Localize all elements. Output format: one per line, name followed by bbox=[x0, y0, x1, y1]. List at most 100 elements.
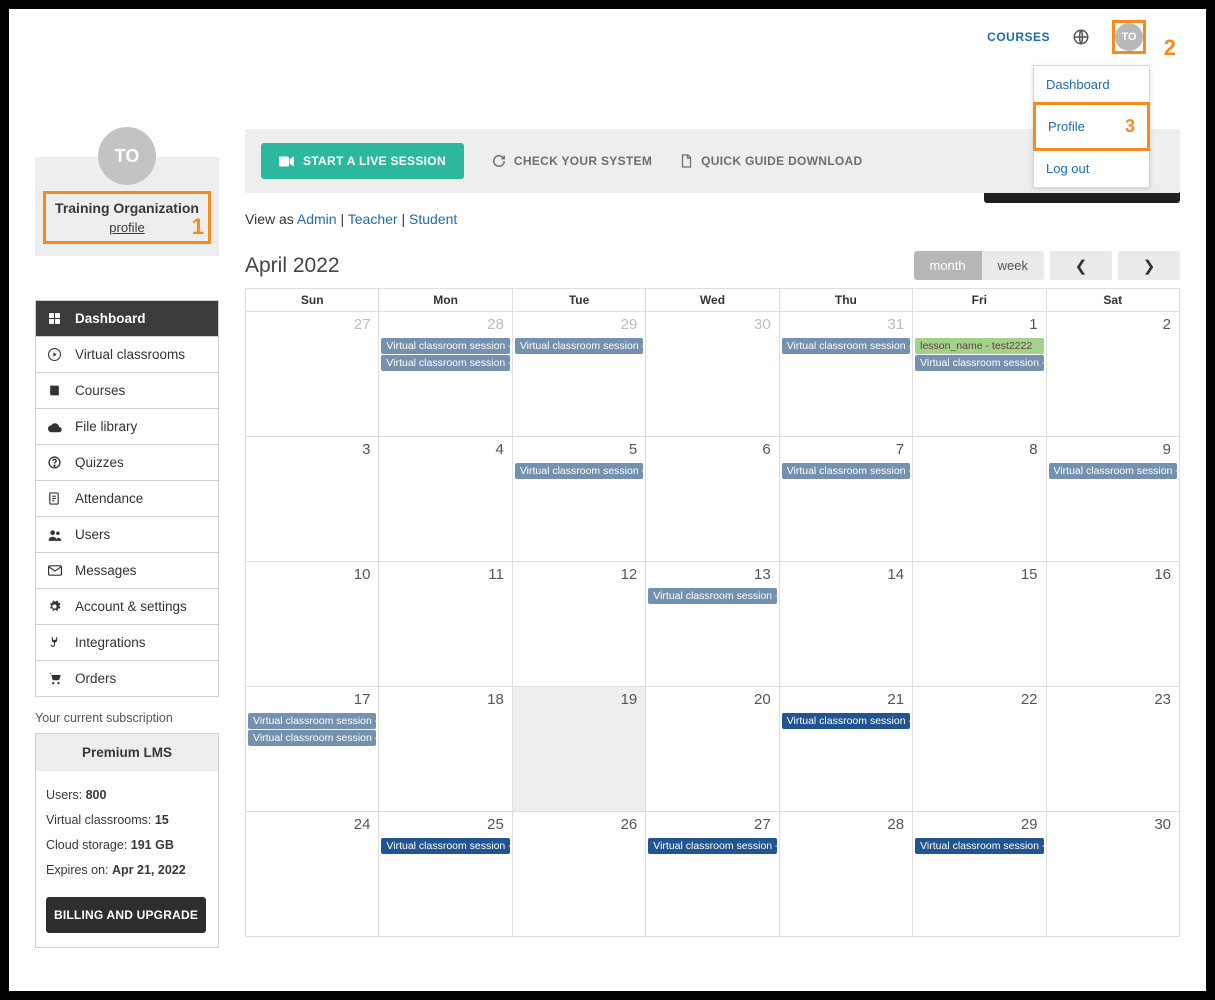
calendar-event[interactable]: Virtual classroom session - ta bbox=[515, 338, 643, 354]
calendar-cell[interactable]: 26 bbox=[512, 812, 645, 937]
view-week-button[interactable]: week bbox=[982, 251, 1044, 280]
calendar-cell[interactable]: 4 bbox=[379, 437, 512, 562]
calendar-cell[interactable]: 15 bbox=[913, 562, 1046, 687]
view-as-teacher[interactable]: Teacher bbox=[348, 211, 398, 227]
billing-upgrade-button[interactable]: BILLING AND UPGRADE bbox=[46, 897, 206, 933]
calendar-cell[interactable]: 5Virtual classroom session - ti bbox=[512, 437, 645, 562]
calendar-event[interactable]: Virtual classroom session - ti bbox=[915, 838, 1043, 854]
subscription-label: Your current subscription bbox=[35, 711, 219, 725]
calendar-event[interactable]: Virtual classroom session - ti bbox=[381, 355, 509, 371]
calendar-cell[interactable]: 23 bbox=[1046, 687, 1179, 812]
nav-file-library[interactable]: File library bbox=[36, 409, 218, 445]
calendar-event[interactable]: Virtual classroom session - fo bbox=[782, 338, 910, 354]
nav-integrations[interactable]: Integrations bbox=[36, 625, 218, 661]
calendar-event[interactable]: Virtual classroom session - ti bbox=[248, 730, 376, 746]
calendar-event[interactable]: Virtual classroom session - ti bbox=[648, 588, 776, 604]
day-number: 8 bbox=[913, 437, 1045, 462]
calendar-cell[interactable]: 22 bbox=[913, 687, 1046, 812]
view-month-button[interactable]: month bbox=[914, 251, 982, 280]
calendar-event[interactable]: Virtual classroom session - A bbox=[782, 463, 910, 479]
nav-virtual-classrooms[interactable]: Virtual classrooms bbox=[36, 337, 218, 373]
calendar-event[interactable]: Virtual classroom session - ti bbox=[915, 355, 1043, 371]
calendar-cell[interactable]: 28Virtual classroom session - AVirtual c… bbox=[379, 312, 512, 437]
cart-icon bbox=[48, 672, 63, 685]
sub-val: 191 GB bbox=[131, 838, 174, 852]
calendar-cell[interactable]: 10 bbox=[246, 562, 379, 687]
calendar-cell[interactable]: 2 bbox=[1046, 312, 1179, 437]
quick-guide-link[interactable]: QUICK GUIDE DOWNLOAD bbox=[680, 154, 862, 168]
day-number: 10 bbox=[246, 562, 378, 587]
calendar-cell[interactable]: 30 bbox=[646, 312, 779, 437]
calendar-event[interactable]: Virtual classroom session - A bbox=[648, 838, 776, 854]
calendar-cell[interactable]: 12 bbox=[512, 562, 645, 687]
day-number: 28 bbox=[780, 812, 912, 837]
nav-dashboard[interactable]: Dashboard bbox=[36, 301, 218, 337]
calendar-cell[interactable]: 16 bbox=[1046, 562, 1179, 687]
prev-button[interactable]: ❮ bbox=[1050, 251, 1112, 280]
calendar-event[interactable]: Virtual classroom session - A bbox=[381, 338, 509, 354]
calendar-cell[interactable]: 3 bbox=[246, 437, 379, 562]
check-system-link[interactable]: CHECK YOUR SYSTEM bbox=[492, 154, 652, 168]
avatar-menu-button[interactable]: TO bbox=[1115, 23, 1143, 51]
nav-attendance[interactable]: Attendance bbox=[36, 481, 218, 517]
day-number: 4 bbox=[379, 437, 511, 462]
dropdown-dashboard[interactable]: Dashboard bbox=[1034, 66, 1149, 103]
calendar-cell[interactable]: 7Virtual classroom session - A bbox=[779, 437, 912, 562]
calendar-cell[interactable]: 30 bbox=[1046, 812, 1179, 937]
calendar-cell[interactable]: 21Virtual classroom session - ti bbox=[779, 687, 912, 812]
calendar-cell[interactable]: 27Virtual classroom session - A bbox=[646, 812, 779, 937]
day-header: Sun bbox=[246, 289, 379, 312]
dropdown-logout[interactable]: Log out bbox=[1034, 150, 1149, 187]
day-number: 1 bbox=[913, 312, 1045, 337]
courses-link[interactable]: COURSES bbox=[987, 30, 1050, 44]
calendar-cell[interactable]: 25Virtual classroom session - ti bbox=[379, 812, 512, 937]
calendar-cell[interactable]: 28 bbox=[779, 812, 912, 937]
calendar-cell[interactable]: 29Virtual classroom session - ti bbox=[913, 812, 1046, 937]
calendar-event[interactable]: Virtual classroom session - A bbox=[248, 713, 376, 729]
day-number: 16 bbox=[1047, 562, 1179, 587]
main: START A LIVE SESSION CHECK YOUR SYSTEM Q… bbox=[245, 129, 1180, 937]
calendar-cell[interactable]: 8 bbox=[913, 437, 1046, 562]
next-button[interactable]: ❯ bbox=[1118, 251, 1180, 280]
calendar-cell[interactable]: 29Virtual classroom session - ta bbox=[512, 312, 645, 437]
calendar-event[interactable]: Virtual classroom session - ti bbox=[515, 463, 643, 479]
calendar-event[interactable]: Virtual classroom session - ti bbox=[1049, 463, 1177, 479]
calendar-cell[interactable]: 14 bbox=[779, 562, 912, 687]
calendar-cell[interactable]: 1lesson_name - test2222Virtual classroom… bbox=[913, 312, 1046, 437]
calendar-cell[interactable]: 17Virtual classroom session - AVirtual c… bbox=[246, 687, 379, 812]
dropdown-profile[interactable]: Profile 3 bbox=[1033, 102, 1150, 151]
sub-val: Apr 21, 2022 bbox=[112, 863, 186, 877]
dropdown-profile-label: Profile bbox=[1048, 119, 1085, 134]
day-number: 12 bbox=[513, 562, 645, 587]
calendar-cell[interactable]: 11 bbox=[379, 562, 512, 687]
calendar-event[interactable]: Virtual classroom session - ti bbox=[782, 713, 910, 729]
calendar-event[interactable]: lesson_name - test2222 bbox=[915, 338, 1043, 354]
nav-courses[interactable]: Courses bbox=[36, 373, 218, 409]
calendar-cell[interactable]: 24 bbox=[246, 812, 379, 937]
calendar-cell[interactable]: 9Virtual classroom session - ti bbox=[1046, 437, 1179, 562]
view-as-student[interactable]: Student bbox=[409, 211, 457, 227]
nav-orders[interactable]: Orders bbox=[36, 661, 218, 697]
nav-label: Integrations bbox=[75, 635, 146, 650]
nav-users[interactable]: Users bbox=[36, 517, 218, 553]
day-number: 13 bbox=[646, 562, 778, 587]
day-number: 19 bbox=[513, 687, 645, 712]
nav-messages[interactable]: Messages bbox=[36, 553, 218, 589]
start-live-session-button[interactable]: START A LIVE SESSION bbox=[261, 143, 464, 179]
profile-link[interactable]: profile bbox=[109, 220, 144, 235]
globe-icon[interactable] bbox=[1072, 28, 1090, 46]
nav-quizzes[interactable]: Quizzes bbox=[36, 445, 218, 481]
calendar-cell[interactable]: 18 bbox=[379, 687, 512, 812]
calendar-cell[interactable]: 6 bbox=[646, 437, 779, 562]
nav-account-settings[interactable]: Account & settings bbox=[36, 589, 218, 625]
play-icon bbox=[48, 348, 63, 361]
calendar-cell[interactable]: 19 bbox=[512, 687, 645, 812]
grid-icon bbox=[48, 312, 63, 325]
calendar-cell[interactable]: 27 bbox=[246, 312, 379, 437]
calendar-cell[interactable]: 20 bbox=[646, 687, 779, 812]
view-as-admin[interactable]: Admin bbox=[297, 211, 337, 227]
calendar-cell[interactable]: 13Virtual classroom session - ti bbox=[646, 562, 779, 687]
calendar-event[interactable]: Virtual classroom session - ti bbox=[381, 838, 509, 854]
calendar-cell[interactable]: 31Virtual classroom session - fo bbox=[779, 312, 912, 437]
check-system-label: CHECK YOUR SYSTEM bbox=[514, 154, 652, 168]
